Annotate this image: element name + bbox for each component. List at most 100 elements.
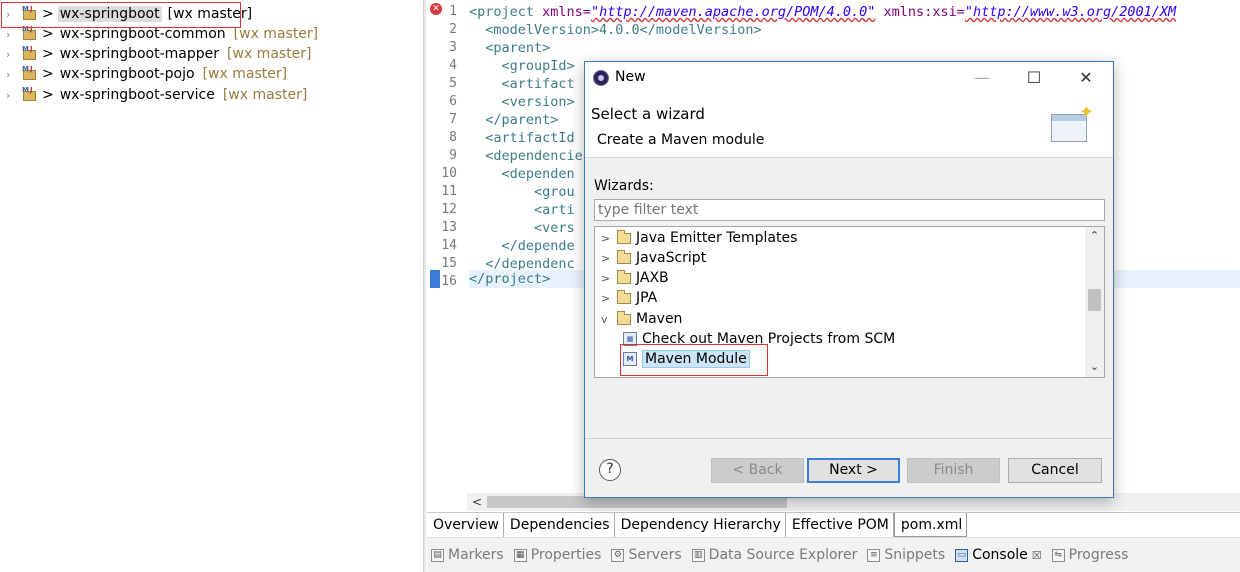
line-number: 1 <box>449 4 457 19</box>
wizard-filter-input[interactable] <box>594 199 1105 221</box>
wizard-category-maven[interactable]: v Maven <box>595 309 1085 329</box>
maven-project-icon: MJ <box>22 87 38 103</box>
project-item-wx-springboot-mapper[interactable]: › MJ > wx-springboot-mapper [wx master] <box>0 44 420 64</box>
project-branch: [wx master] <box>233 26 319 42</box>
code-line[interactable]: <artifact <box>469 75 575 93</box>
xml-attribute: xmlns:xsi= <box>875 4 965 20</box>
tab-overview[interactable]: Overview <box>427 513 504 537</box>
dialog-title-bar[interactable]: New — ☐ ✕ <box>585 62 1113 94</box>
progress-icon: ⇋ <box>1051 548 1065 562</box>
vertical-scrollbar[interactable]: ⌃ ⌄ <box>1085 227 1104 377</box>
cancel-button[interactable]: Cancel <box>1008 458 1102 483</box>
code-line[interactable]: <groupId> <box>469 57 575 75</box>
wizard-label: JAXB <box>636 270 669 286</box>
project-item-wx-springboot-service[interactable]: › MJ > wx-springboot-service [wx master] <box>0 85 420 105</box>
tab-effective-pom[interactable]: Effective POM <box>786 513 894 537</box>
tab-data-source-explorer[interactable]: ▥ Data Source Explorer <box>691 547 857 563</box>
folder-open-icon <box>617 310 631 325</box>
code-line[interactable]: <dependen <box>469 165 575 183</box>
line-number: 8 <box>449 130 457 145</box>
dialog-heading: Select a wizard <box>591 105 705 123</box>
code-line[interactable]: <project xmlns="http://maven.apache.org/… <box>469 3 1176 21</box>
xml-attribute: xmlns= <box>534 4 591 20</box>
code-line[interactable]: <dependencie <box>469 147 583 165</box>
pane-divider[interactable] <box>423 0 426 572</box>
next-button[interactable]: Next > <box>807 458 900 483</box>
tab-console[interactable]: ▭ Console ☒ <box>955 547 1042 563</box>
project-prefix: > <box>42 87 54 103</box>
scroll-left-button[interactable]: < <box>467 493 487 511</box>
finish-button[interactable]: Finish <box>907 458 1000 483</box>
code-line[interactable]: <parent> <box>469 39 550 57</box>
maven-project-icon: MJ <box>22 26 38 42</box>
code-line[interactable]: </parent> <box>469 111 558 129</box>
project-name: wx-springboot-common <box>59 26 226 42</box>
project-name: wx-springboot-mapper <box>59 46 220 62</box>
tab-label: Servers <box>628 547 682 563</box>
code-line[interactable]: </depende <box>469 237 575 255</box>
wizard-category-jaxb[interactable]: > JAXB <box>595 268 1085 288</box>
maven-project-icon: MJ <box>22 66 38 82</box>
wizard-category-jpa[interactable]: > JPA <box>595 288 1085 308</box>
code-line[interactable]: <vers <box>469 219 575 237</box>
expand-arrow-icon[interactable]: > <box>601 232 611 245</box>
tab-pom-xml[interactable]: pom.xml <box>893 513 968 537</box>
project-name: wx-springboot-service <box>59 87 215 103</box>
project-branch: [wx master] <box>202 66 288 82</box>
tab-dependencies[interactable]: Dependencies <box>504 513 615 537</box>
wizard-category-java-emitter-templates[interactable]: > Java Emitter Templates <box>595 228 1085 248</box>
tab-progress[interactable]: ⇋ Progress <box>1051 547 1129 563</box>
expand-arrow-icon[interactable]: > <box>601 272 611 285</box>
scrollbar-thumb[interactable] <box>1088 289 1101 311</box>
folder-icon <box>617 289 631 304</box>
annotation-highlight-box <box>620 344 768 376</box>
close-tab-icon[interactable]: ☒ <box>1032 549 1042 562</box>
code-line[interactable]: <grou <box>469 183 575 201</box>
code-line[interactable]: <artifactId <box>469 129 574 147</box>
expand-arrow-icon[interactable]: > <box>601 292 611 305</box>
expand-arrow-icon[interactable]: › <box>6 68 16 81</box>
servers-icon: ⚙ <box>611 548 625 562</box>
scroll-down-icon[interactable]: ⌄ <box>1085 358 1104 376</box>
scroll-up-icon[interactable]: ⌃ <box>1085 227 1104 245</box>
back-button[interactable]: < Back <box>711 458 804 483</box>
project-branch: [wx master] <box>227 46 312 62</box>
expand-arrow-icon[interactable]: › <box>6 28 16 41</box>
snippets-icon: ≡ <box>867 548 881 562</box>
properties-icon: ▦ <box>513 548 527 562</box>
pom-editor-tabs: Overview Dependencies Dependency Hierarc… <box>427 512 1240 537</box>
dialog-header: Select a wizard Create a Maven module ✦ <box>585 94 1113 158</box>
line-number: 3 <box>449 40 457 55</box>
tab-snippets[interactable]: ≡ Snippets <box>867 547 945 563</box>
expand-arrow-icon[interactable]: › <box>6 89 16 102</box>
project-item-wx-springboot-pojo[interactable]: › MJ > wx-springboot-pojo [wx master] <box>0 64 420 84</box>
line-number: 14 <box>441 238 457 253</box>
expand-arrow-icon[interactable]: › <box>6 48 16 61</box>
tab-servers[interactable]: ⚙ Servers <box>611 547 682 563</box>
line-number: 10 <box>441 166 457 181</box>
tab-dependency-hierarchy[interactable]: Dependency Hierarchy <box>615 513 786 537</box>
tab-label: Markers <box>448 547 504 563</box>
xml-value: "http://www.w3.org/2001/XM <box>964 4 1177 20</box>
expand-arrow-icon[interactable]: > <box>601 252 611 265</box>
folder-icon <box>617 269 631 284</box>
collapse-arrow-icon[interactable]: v <box>601 313 611 326</box>
wizards-label: Wizards: <box>594 178 654 194</box>
tab-properties[interactable]: ▦ Properties <box>513 547 601 563</box>
minimize-button[interactable]: — <box>959 62 1005 94</box>
maximize-button[interactable]: ☐ <box>1011 62 1057 94</box>
wizard-category-javascript[interactable]: > JavaScript <box>595 248 1085 268</box>
close-button[interactable]: ✕ <box>1063 62 1109 94</box>
markers-icon: ▤ <box>431 548 444 562</box>
help-icon[interactable]: ? <box>599 459 621 481</box>
tab-label: Progress <box>1068 547 1129 563</box>
wizard-label: JavaScript <box>636 250 707 266</box>
code-line[interactable]: <version> <box>469 93 575 111</box>
project-prefix: > <box>42 26 54 42</box>
line-number: 11 <box>441 184 457 199</box>
tab-markers[interactable]: ▤ Markers <box>431 547 504 563</box>
code-line[interactable]: <arti <box>469 201 575 219</box>
dialog-description: Create a Maven module <box>597 132 765 148</box>
bottom-panel-tabs: ▤ Markers ▦ Properties ⚙ Servers ▥ Data Sour… <box>427 537 1240 572</box>
code-line[interactable]: <modelVersion>4.0.0</modelVersion> <box>469 21 761 39</box>
